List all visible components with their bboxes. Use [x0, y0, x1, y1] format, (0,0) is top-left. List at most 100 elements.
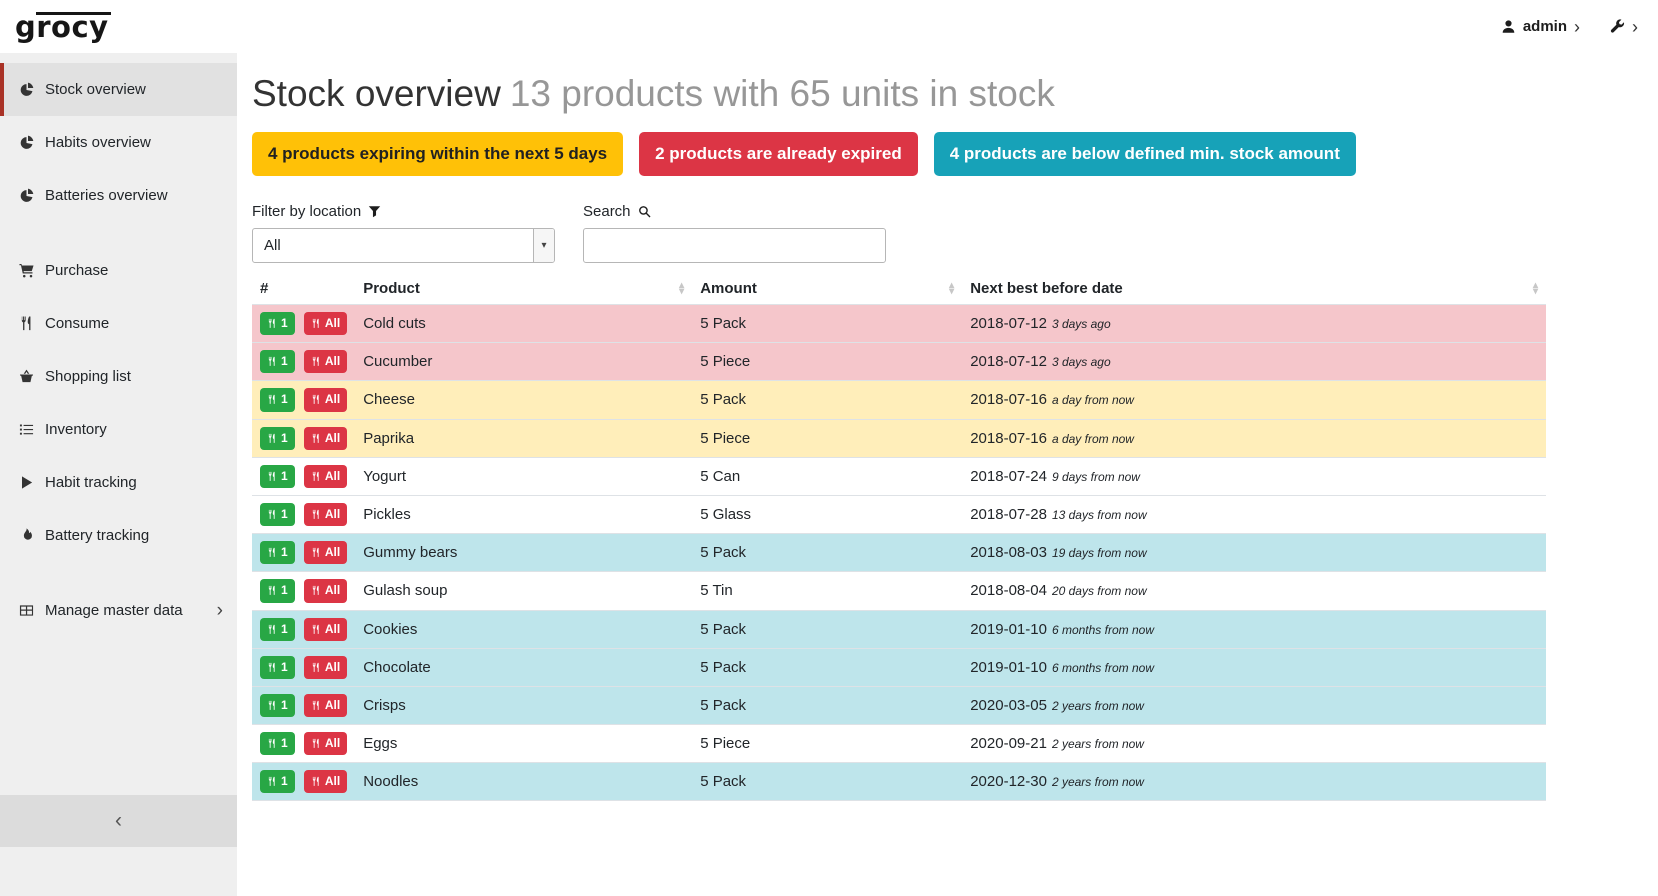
- row-actions-cell: 1 All: [252, 305, 355, 343]
- consume-one-button[interactable]: 1: [260, 770, 295, 793]
- status-badge[interactable]: 4 products are below defined min. stock …: [934, 132, 1356, 176]
- product-amount: 5 Piece: [692, 419, 962, 457]
- row-actions-cell: 1 All: [252, 725, 355, 763]
- consume-one-button[interactable]: 1: [260, 541, 295, 564]
- consume-one-button[interactable]: 1: [260, 465, 295, 488]
- table-row-gummy-bears: 1 All Gummy bears 5 Pack 2018-08-0319 da…: [252, 534, 1546, 572]
- consume-one-button[interactable]: 1: [260, 732, 295, 755]
- best-before-date: 2018-08-0319 days from now: [962, 534, 1546, 572]
- utensils-icon: [311, 356, 321, 367]
- settings-menu[interactable]: ›: [1610, 18, 1638, 36]
- consume-all-button[interactable]: All: [304, 350, 347, 373]
- sidebar-item-battery-tracking[interactable]: Battery tracking: [0, 509, 237, 562]
- consume-all-button[interactable]: All: [304, 465, 347, 488]
- sidebar-item-stock-overview[interactable]: Stock overview: [0, 63, 237, 116]
- product-name: Cold cuts: [355, 305, 692, 343]
- sidebar-collapse-button[interactable]: ‹: [0, 795, 237, 847]
- pie-chart-icon: [19, 82, 34, 97]
- consume-all-button[interactable]: All: [304, 732, 347, 755]
- utensils-icon: [311, 318, 321, 329]
- sidebar-item-label: Habits overview: [45, 134, 151, 151]
- utensils-icon: [267, 738, 277, 749]
- column-header-next-best-before-date[interactable]: Next best before date ▴▾: [962, 276, 1546, 305]
- sidebar: Stock overview Habits overview Batteries…: [0, 53, 237, 896]
- sidebar-item-purchase[interactable]: Purchase: [0, 244, 237, 297]
- sidebar-item-batteries-overview[interactable]: Batteries overview: [0, 169, 237, 222]
- top-bar-menus: admin › ›: [1501, 18, 1638, 36]
- best-before-date: 2020-09-212 years from now: [962, 725, 1546, 763]
- status-badge-label: 2 products are already expired: [655, 144, 902, 163]
- main-content: Stock overview13 products with 65 units …: [237, 53, 1658, 896]
- consume-one-button[interactable]: 1: [260, 656, 295, 679]
- consume-all-button[interactable]: All: [304, 312, 347, 335]
- utensils-icon: [267, 547, 277, 558]
- stock-table: # Product ▴▾ Amount ▴▾ Next best before …: [252, 276, 1546, 801]
- product-amount: 5 Pack: [692, 648, 962, 686]
- best-before-date: 2018-07-249 days from now: [962, 457, 1546, 495]
- consume-all-button[interactable]: All: [304, 694, 347, 717]
- consume-one-button[interactable]: 1: [260, 427, 295, 450]
- top-bar: grocy admin › ›: [0, 0, 1658, 53]
- consume-one-button[interactable]: 1: [260, 312, 295, 335]
- sidebar-item-shopping-list[interactable]: Shopping list: [0, 350, 237, 403]
- status-badge[interactable]: 2 products are already expired: [639, 132, 918, 176]
- table-row-chocolate: 1 All Chocolate 5 Pack 2019-01-106 month…: [252, 648, 1546, 686]
- row-actions-cell: 1 All: [252, 419, 355, 457]
- consume-all-button[interactable]: All: [304, 656, 347, 679]
- consume-one-button[interactable]: 1: [260, 694, 295, 717]
- column-header-product[interactable]: Product ▴▾: [355, 276, 692, 305]
- product-amount: 5 Piece: [692, 343, 962, 381]
- table-row-pickles: 1 All Pickles 5 Glass 2018-07-2813 days …: [252, 495, 1546, 533]
- consume-one-button[interactable]: 1: [260, 350, 295, 373]
- cart-icon: [19, 263, 34, 278]
- best-before-relative-time: 6 months from now: [1052, 623, 1154, 637]
- consume-one-button[interactable]: 1: [260, 388, 295, 411]
- utensils-icon: [311, 624, 321, 635]
- sidebar-item-manage-master-data[interactable]: Manage master data ›: [0, 584, 237, 637]
- column-header-hash[interactable]: #: [252, 276, 355, 305]
- status-badge[interactable]: 4 products expiring within the next 5 da…: [252, 132, 623, 176]
- utensils-icon: [267, 700, 277, 711]
- utensils-icon: [311, 738, 321, 749]
- best-before-relative-time: 6 months from now: [1052, 661, 1154, 675]
- chevron-right-icon: ›: [217, 601, 223, 620]
- consume-one-button[interactable]: 1: [260, 618, 295, 641]
- page-subtitle: 13 products with 65 units in stock: [510, 73, 1055, 114]
- utensils-icon: [267, 356, 277, 367]
- best-before-date: 2018-07-16a day from now: [962, 381, 1546, 419]
- consume-all-button[interactable]: All: [304, 618, 347, 641]
- consume-all-button[interactable]: All: [304, 541, 347, 564]
- sidebar-item-habit-tracking[interactable]: Habit tracking: [0, 456, 237, 509]
- sidebar-item-consume[interactable]: Consume: [0, 297, 237, 350]
- consume-all-button[interactable]: All: [304, 770, 347, 793]
- product-name: Gummy bears: [355, 534, 692, 572]
- list-icon: [19, 422, 34, 437]
- table-row-gulash-soup: 1 All Gulash soup 5 Tin 2018-08-0420 day…: [252, 572, 1546, 610]
- sidebar-item-label: Battery tracking: [45, 527, 149, 544]
- consume-all-button[interactable]: All: [304, 388, 347, 411]
- sidebar-item-inventory[interactable]: Inventory: [0, 403, 237, 456]
- utensils-icon: [267, 509, 277, 520]
- product-name: Pickles: [355, 495, 692, 533]
- sort-icon: ▴▾: [679, 283, 684, 294]
- consume-all-button[interactable]: All: [304, 503, 347, 526]
- consume-one-button[interactable]: 1: [260, 503, 295, 526]
- consume-one-button[interactable]: 1: [260, 579, 295, 602]
- location-select[interactable]: All ▾: [252, 228, 555, 263]
- table-row-noodles: 1 All Noodles 5 Pack 2020-12-302 years f…: [252, 763, 1546, 801]
- consume-all-button[interactable]: All: [304, 427, 347, 450]
- consume-all-button[interactable]: All: [304, 579, 347, 602]
- best-before-date-value: 2018-07-28: [970, 506, 1047, 523]
- sidebar-item-label: Consume: [45, 315, 109, 332]
- product-amount: 5 Pack: [692, 381, 962, 419]
- search-icon: [638, 205, 651, 218]
- search-input[interactable]: [583, 228, 886, 263]
- user-menu[interactable]: admin ›: [1501, 18, 1580, 36]
- sidebar-item-habits-overview[interactable]: Habits overview: [0, 116, 237, 169]
- column-header-amount[interactable]: Amount ▴▾: [692, 276, 962, 305]
- best-before-date-value: 2018-07-16: [970, 391, 1047, 408]
- sidebar-item-label: Stock overview: [45, 81, 146, 98]
- grocy-logo[interactable]: grocy: [15, 10, 109, 44]
- app-shell: Stock overview Habits overview Batteries…: [0, 53, 1658, 896]
- product-name: Cucumber: [355, 343, 692, 381]
